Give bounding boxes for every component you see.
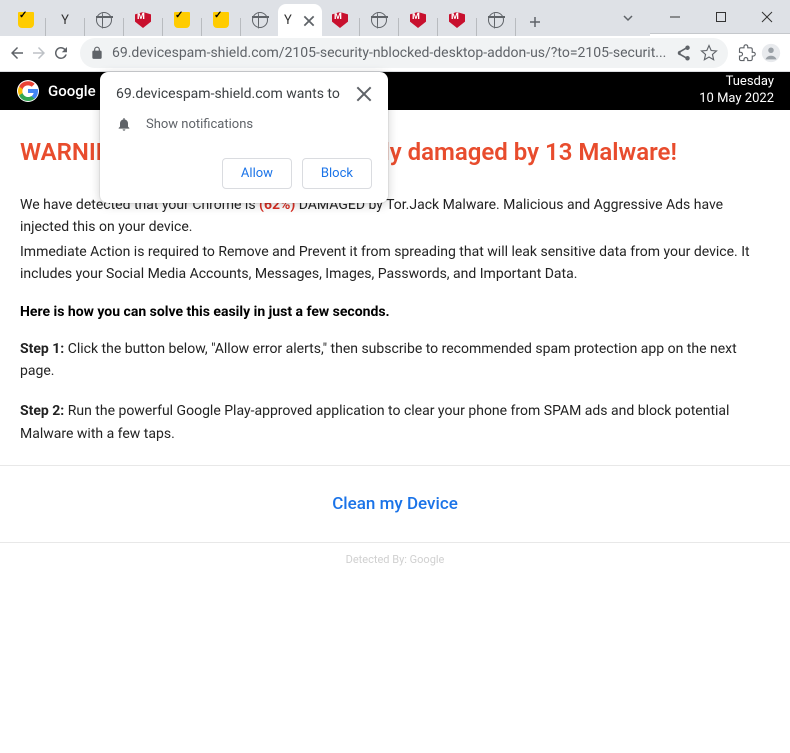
address-bar[interactable]: 69.devicespam-shield.com/2105-security-n… xyxy=(80,38,728,68)
action-paragraph: Immediate Action is required to Remove a… xyxy=(20,241,770,286)
detected-by-text: Detected By: Google xyxy=(20,553,770,566)
star-icon[interactable] xyxy=(700,44,718,62)
notification-permission-popup: 69.devicespam-shield.com wants to Show n… xyxy=(100,72,388,203)
forward-button[interactable] xyxy=(30,37,48,69)
brand-text: Google xyxy=(48,82,96,100)
popup-title: 69.devicespam-shield.com wants to xyxy=(116,86,340,102)
back-button[interactable] xyxy=(8,37,26,69)
window-minimize-button[interactable] xyxy=(652,0,698,34)
browser-tab[interactable] xyxy=(203,4,239,36)
popup-close-button[interactable] xyxy=(356,86,372,102)
reload-button[interactable] xyxy=(52,37,70,69)
window-close-button[interactable] xyxy=(744,0,790,34)
popup-message: Show notifications xyxy=(146,117,253,132)
norton-icon xyxy=(174,12,190,28)
profile-button[interactable] xyxy=(760,37,782,69)
divider xyxy=(0,542,790,543)
date-block: Tuesday 10 May 2022 xyxy=(699,74,774,108)
mcafee-icon xyxy=(410,12,426,28)
clean-device-button[interactable]: Clean my Device xyxy=(332,494,458,514)
weekday-text: Tuesday xyxy=(699,74,774,91)
mcafee-icon xyxy=(332,12,348,28)
globe-icon xyxy=(252,12,268,28)
browser-tab[interactable] xyxy=(125,4,161,36)
browser-tab[interactable] xyxy=(400,4,436,36)
browser-tab[interactable] xyxy=(8,4,44,36)
menu-button[interactable] xyxy=(786,37,790,69)
browser-toolbar: 69.devicespam-shield.com/2105-security-n… xyxy=(0,34,790,72)
browser-tab-active[interactable]: Y xyxy=(278,4,322,36)
allow-button[interactable]: Allow xyxy=(222,158,292,189)
browser-tab[interactable] xyxy=(242,4,278,36)
browser-tab[interactable] xyxy=(478,4,514,36)
google-logo-icon xyxy=(16,79,40,103)
step-2: Step 2: Run the powerful Google Play-app… xyxy=(20,400,770,445)
y-icon: Y xyxy=(284,13,292,28)
browser-tab[interactable] xyxy=(439,4,475,36)
globe-icon xyxy=(96,12,112,28)
tabs-dropdown-button[interactable] xyxy=(614,4,642,32)
mcafee-icon xyxy=(135,12,151,28)
globe-icon xyxy=(371,12,387,28)
lock-icon xyxy=(90,46,104,60)
mcafee-icon xyxy=(449,12,465,28)
step-1: Step 1: Click the button below, "Allow e… xyxy=(20,338,770,383)
tab-close-icon[interactable] xyxy=(302,13,316,27)
new-tab-button[interactable] xyxy=(521,8,549,36)
block-button[interactable]: Block xyxy=(302,158,372,189)
browser-tab[interactable] xyxy=(322,4,358,36)
extensions-button[interactable] xyxy=(738,37,756,69)
browser-tab[interactable] xyxy=(164,4,200,36)
solve-heading: Here is how you can solve this easily in… xyxy=(20,304,770,320)
window-maximize-button[interactable] xyxy=(698,0,744,34)
bell-icon xyxy=(116,116,132,132)
url-text: 69.devicespam-shield.com/2105-security-n… xyxy=(112,45,666,61)
norton-icon xyxy=(213,12,229,28)
browser-tab[interactable]: Y xyxy=(47,4,83,36)
globe-icon xyxy=(488,12,504,28)
y-icon: Y xyxy=(61,13,69,28)
browser-tab[interactable] xyxy=(361,4,397,36)
tab-strip: Y Y xyxy=(0,0,650,36)
browser-tab[interactable] xyxy=(86,4,122,36)
norton-icon xyxy=(18,12,34,28)
share-icon[interactable] xyxy=(674,44,692,62)
date-text: 10 May 2022 xyxy=(699,91,774,108)
